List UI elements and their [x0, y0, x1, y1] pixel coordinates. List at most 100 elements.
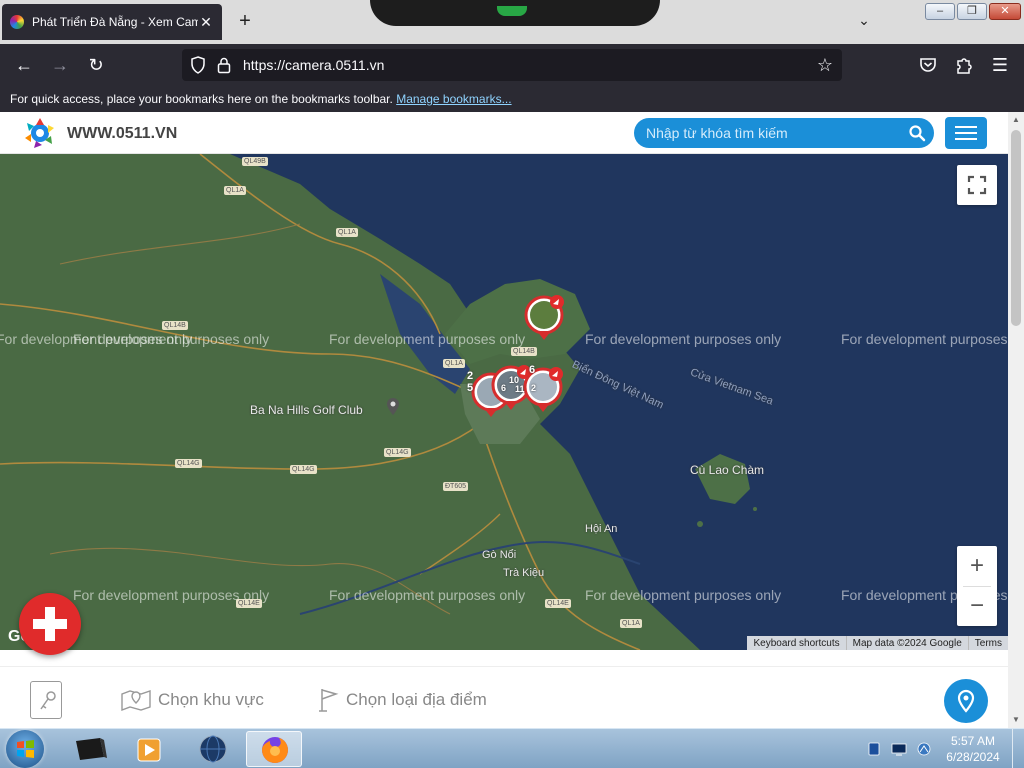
clock-time: 5:57 AM	[950, 734, 996, 748]
camera-marker[interactable]	[524, 295, 564, 341]
notch-indicator	[497, 6, 527, 16]
terms-link[interactable]: Terms	[967, 636, 1008, 650]
tray-device-icon[interactable]	[866, 741, 882, 757]
media-player-icon	[137, 738, 161, 762]
bookmarks-hint: For quick access, place your bookmarks h…	[10, 92, 393, 106]
choose-place-type-label: Chọn loại địa điểm	[346, 690, 487, 709]
extensions-puzzle-icon[interactable]	[955, 55, 973, 75]
url-text[interactable]: https://camera.0511.vn	[243, 57, 384, 73]
taskbar-app-firefox[interactable]	[246, 731, 302, 767]
cluster-count: 2	[467, 370, 474, 382]
road-badge: QL1A	[336, 228, 358, 237]
back-arrow-icon[interactable]: ←	[11, 53, 37, 77]
tab-title: Phát Triển Đà Nẵng - Xem Camera	[32, 15, 198, 29]
road-badge: QL14B	[162, 321, 188, 330]
road-badge: QL1A	[620, 619, 642, 628]
map-fold-icon	[121, 690, 151, 712]
my-location-button[interactable]	[944, 679, 988, 723]
search-input[interactable]	[646, 122, 901, 144]
search-box	[634, 118, 934, 148]
tray-network-icon[interactable]	[916, 741, 932, 757]
site-name[interactable]: WWW.0511.VN	[67, 125, 177, 143]
search-icon[interactable]	[908, 124, 926, 142]
close-window-button[interactable]: ✕	[989, 3, 1021, 20]
choose-place-type-button[interactable]: Chọn loại địa điểm	[318, 687, 487, 713]
tab-strip: Phát Triển Đà Nẵng - Xem Camera ✕ + ⌄ – …	[0, 0, 1024, 44]
road-badge: QL14G	[290, 465, 317, 474]
page-scrollbar[interactable]: ▲ ▼	[1008, 112, 1024, 728]
place-label-gonoi: Gò Nổi	[482, 549, 517, 561]
cluster-count: 5	[467, 382, 474, 394]
road-badge: QL14E	[545, 599, 571, 608]
road-badge: QL14E	[236, 599, 262, 608]
site-logo-icon[interactable]	[22, 116, 58, 150]
fullscreen-button[interactable]	[957, 165, 997, 205]
fullscreen-icon	[967, 175, 987, 195]
dev-watermark: For development purposes only	[73, 331, 270, 347]
key-icon	[40, 691, 56, 710]
choose-region-button[interactable]: Chọn khu vực	[120, 687, 264, 713]
tracking-shield-icon[interactable]	[190, 56, 206, 74]
windows-logo-icon	[17, 740, 34, 758]
tab-close-icon[interactable]: ✕	[198, 14, 214, 31]
restore-button[interactable]: ❐	[957, 3, 987, 20]
scroll-thumb[interactable]	[1011, 130, 1021, 326]
map-canvas[interactable]: For development purposes only For develo…	[0, 154, 1008, 650]
road-badge: QL14B	[511, 347, 537, 356]
zoom-control: + −	[957, 546, 997, 626]
network-globe-icon	[199, 735, 227, 763]
list-tabs-chevron-icon[interactable]: ⌄	[854, 12, 874, 32]
road-badge: QL14G	[384, 448, 411, 457]
tray-monitor-icon[interactable]	[891, 741, 907, 757]
cluster-count: 6	[501, 383, 507, 393]
filter-bar: Chọn khu vực Chọn loại địa điểm	[0, 666, 1008, 728]
new-tab-button[interactable]: +	[234, 10, 256, 32]
place-label-bana: Ba Na Hills Golf Club	[250, 403, 363, 417]
choose-region-label: Chọn khu vực	[158, 690, 264, 709]
terminal-app-icon	[76, 738, 107, 760]
bookmark-star-icon[interactable]: ☆	[814, 53, 836, 77]
key-button[interactable]	[30, 681, 62, 719]
taskbar-app-terminal[interactable]	[62, 731, 118, 767]
system-clock[interactable]: 5:57 AM 6/28/2024	[942, 733, 1004, 765]
show-desktop-button[interactable]	[1012, 729, 1024, 768]
app-menu-icon[interactable]: ☰	[987, 53, 1013, 77]
road-badge: ĐT605	[443, 482, 469, 491]
pocket-icon[interactable]	[919, 56, 937, 74]
minimize-button[interactable]: –	[925, 3, 955, 20]
place-label-trakieu: Trà Kiệu	[503, 567, 545, 579]
browser-tab-active[interactable]: Phát Triển Đà Nẵng - Xem Camera ✕	[2, 4, 222, 40]
add-camera-button[interactable]	[19, 593, 81, 655]
firefox-icon	[262, 737, 288, 763]
road-badge: QL49B	[242, 157, 268, 166]
navigation-toolbar: ← → ↻ https://camera.0511.vn ☆ ☰	[0, 44, 1024, 86]
dev-watermark: For development purposes only	[841, 331, 1008, 347]
zoom-in-button[interactable]: +	[957, 546, 997, 586]
bookmarks-toolbar: For quick access, place your bookmarks h…	[0, 86, 1024, 112]
dev-watermark: For development purposes only	[585, 587, 782, 603]
start-button[interactable]	[6, 730, 44, 768]
keyboard-shortcuts-link[interactable]: Keyboard shortcuts	[747, 636, 845, 650]
lock-icon[interactable]	[216, 56, 232, 74]
site-favicon-icon	[10, 15, 24, 29]
reload-icon[interactable]: ↻	[83, 53, 109, 77]
cluster-count: 2	[531, 383, 537, 393]
dev-watermark: For development purposes only	[329, 587, 526, 603]
menu-hamburger-button[interactable]	[945, 117, 987, 149]
scroll-down-arrow-icon[interactable]: ▼	[1012, 715, 1020, 724]
web-page: WWW.0511.VN Nhập từ khóa tìm kiếm For de…	[0, 112, 1008, 728]
forward-arrow-icon[interactable]: →	[47, 53, 73, 77]
scroll-up-arrow-icon[interactable]: ▲	[1012, 115, 1020, 124]
road-badge: QL14G	[175, 459, 202, 468]
manage-bookmarks-link[interactable]: Manage bookmarks...	[396, 92, 511, 106]
place-label-culao: Cù Lao Chàm	[690, 463, 765, 477]
taskbar-app-media[interactable]	[122, 731, 178, 767]
taskbar-app-globe[interactable]	[185, 731, 241, 767]
clock-date: 6/28/2024	[946, 750, 1000, 764]
address-bar[interactable]: https://camera.0511.vn ☆	[182, 49, 842, 81]
golf-pin-icon[interactable]	[386, 398, 400, 416]
zoom-out-button[interactable]: −	[957, 586, 997, 626]
road-badge: QL1A	[443, 359, 465, 368]
place-label-hoian: Hội An	[585, 523, 618, 535]
road-badge: QL1A	[224, 186, 246, 195]
